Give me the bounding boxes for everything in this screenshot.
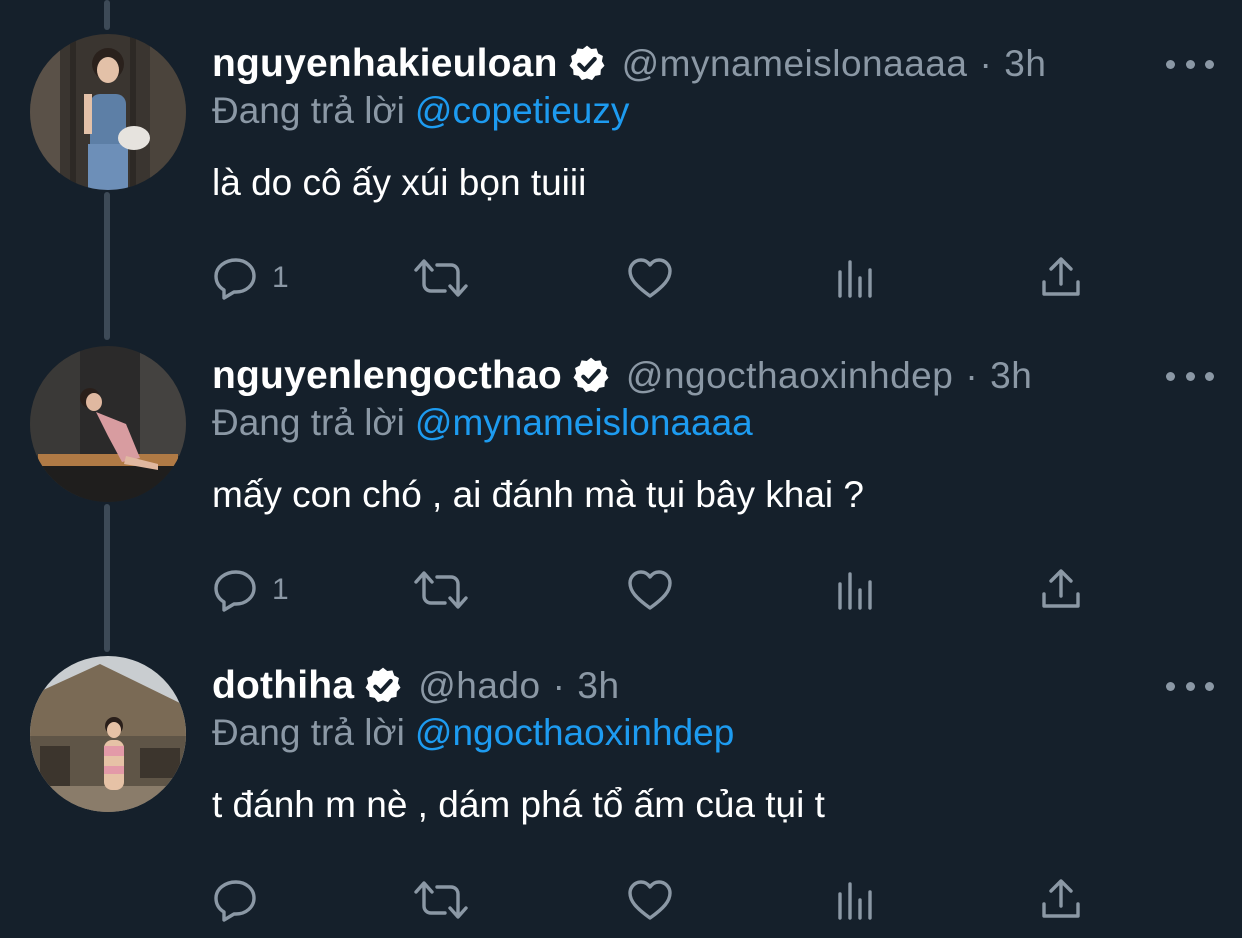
reply-count: 1 [272, 573, 289, 606]
user-handle[interactable]: @mynameislonaaaa [622, 43, 968, 85]
avatar[interactable] [30, 656, 186, 812]
timestamp[interactable]: 3h [990, 355, 1032, 397]
analytics-button[interactable] [834, 872, 878, 928]
reply-mention-link[interactable]: @mynameislonaaaa [415, 402, 753, 443]
replying-to-label: Đang trả lời [212, 712, 405, 753]
reply-mention-link[interactable]: @copetieuzy [415, 90, 629, 131]
like-icon [628, 880, 672, 920]
avatar-photo [30, 656, 186, 812]
verified-badge-icon [573, 357, 609, 393]
reply-icon [214, 880, 256, 922]
replying-to-label: Đang trả lời [212, 402, 405, 443]
retweet-button[interactable] [412, 562, 470, 618]
retweet-button[interactable] [412, 250, 470, 306]
reply-button[interactable] [212, 872, 272, 928]
analytics-button[interactable] [834, 250, 878, 306]
separator-dot: · [979, 43, 993, 84]
reply-icon [214, 258, 256, 300]
avatar-photo [30, 346, 186, 502]
verified-badge-icon [365, 667, 401, 703]
tweet-actions: 1 [212, 250, 1112, 306]
like-icon [628, 258, 672, 298]
reply-icon [214, 570, 256, 612]
user-handle[interactable]: @ngocthaoxinhdep [626, 355, 953, 397]
tweet-actions: 1 [212, 562, 1112, 618]
analytics-icon [838, 882, 872, 920]
more-options-icon[interactable] [1166, 666, 1214, 706]
timestamp[interactable]: 3h [577, 665, 619, 707]
retweet-icon [414, 571, 468, 609]
share-button[interactable] [1038, 562, 1084, 618]
share-button[interactable] [1038, 250, 1084, 306]
separator-dot: · [552, 665, 566, 706]
share-button[interactable] [1038, 872, 1084, 928]
reply-button[interactable]: 1 [212, 562, 289, 618]
display-name[interactable]: nguyenlengocthao [212, 354, 562, 398]
tweet[interactable]: dothiha @hado · 3h Đang trả lời @ngocthao… [0, 656, 1242, 938]
share-icon [1042, 879, 1080, 918]
tweet-text: là do cô ấy xúi bọn tuiii [212, 162, 587, 203]
reply-mention-link[interactable]: @ngocthaoxinhdep [415, 712, 734, 753]
avatar[interactable] [30, 346, 186, 502]
display-name[interactable]: nguyenhakieuloan [212, 42, 558, 86]
tweet-actions [212, 872, 1112, 928]
share-icon [1042, 569, 1080, 608]
avatar-photo [30, 34, 186, 190]
user-handle[interactable]: @hado [418, 665, 540, 707]
like-button[interactable] [626, 562, 674, 618]
display-name[interactable]: dothiha [212, 664, 354, 708]
tweet-text: mấy con chó , ai đánh mà tụi bây khai ? [212, 474, 864, 515]
reply-count: 1 [272, 261, 289, 294]
like-button[interactable] [626, 250, 674, 306]
retweet-icon [414, 881, 468, 919]
separator-dot: · [965, 355, 979, 396]
retweet-button[interactable] [412, 872, 470, 928]
replying-to: Đang trả lời @mynameislonaaaa [212, 402, 753, 444]
more-options-icon[interactable] [1166, 356, 1214, 396]
reply-button[interactable]: 1 [212, 250, 289, 306]
tweet[interactable]: nguyenlengocthao @ngocthaoxinhdep · 3h Đ… [0, 346, 1242, 626]
thread-line [104, 0, 110, 30]
replying-to: Đang trả lời @copetieuzy [212, 90, 629, 132]
more-options-icon[interactable] [1166, 44, 1214, 84]
tweet-text: t đánh m nè , dám phá tổ ấm của tụi t [212, 784, 825, 825]
like-icon [628, 570, 672, 610]
analytics-icon [838, 260, 872, 298]
analytics-button[interactable] [834, 562, 878, 618]
like-button[interactable] [626, 872, 674, 928]
tweet[interactable]: nguyenhakieuloan @mynameislonaaaa · 3h Đ… [0, 34, 1242, 314]
avatar[interactable] [30, 34, 186, 190]
analytics-icon [838, 572, 872, 610]
retweet-icon [414, 259, 468, 297]
verified-badge-icon [569, 45, 605, 81]
replying-to-label: Đang trả lời [212, 90, 405, 131]
replying-to: Đang trả lời @ngocthaoxinhdep [212, 712, 734, 754]
share-icon [1042, 257, 1080, 296]
timestamp[interactable]: 3h [1004, 43, 1046, 85]
